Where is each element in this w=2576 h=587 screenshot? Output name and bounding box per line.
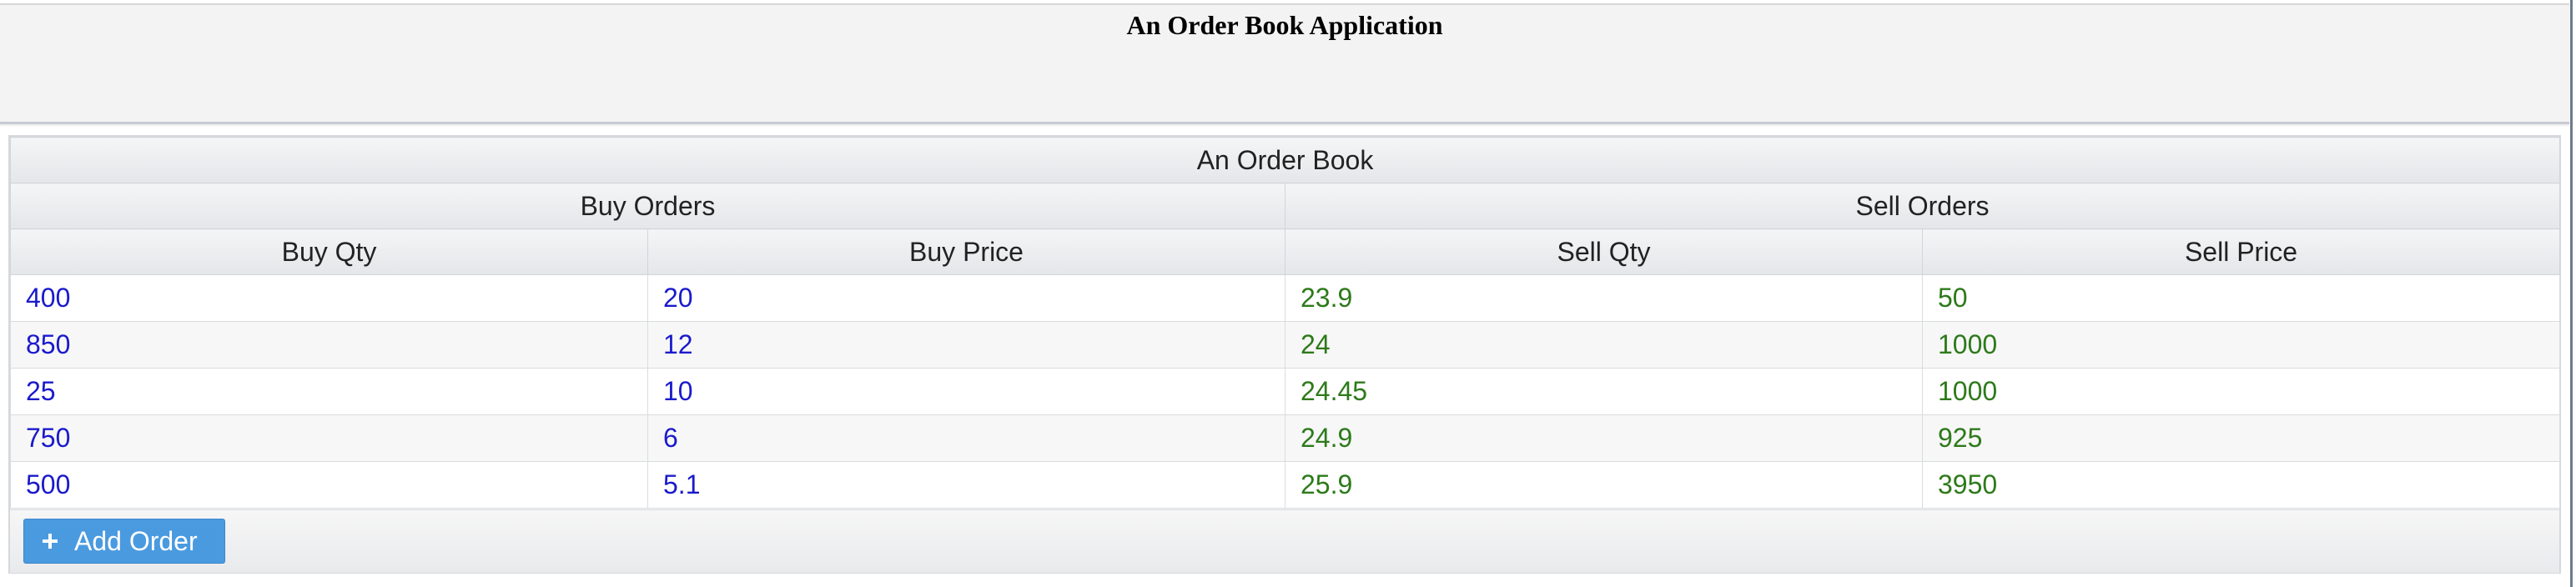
column-header-buy-qty[interactable]: Buy Qty — [10, 228, 648, 275]
table-row[interactable]: 750 6 24.9 925 — [10, 414, 2561, 462]
grid-toolbar: Add Order — [10, 509, 2559, 573]
sell-qty-cell[interactable]: 24.9 — [1285, 414, 1923, 462]
table-row[interactable]: 500 5.1 25.9 3950 — [10, 461, 2561, 509]
buy-qty-cell[interactable]: 750 — [10, 414, 648, 462]
add-order-label: Add Order — [74, 525, 198, 556]
sell-qty-cell[interactable]: 23.9 — [1285, 274, 1923, 322]
buy-price-cell[interactable]: 10 — [647, 368, 1285, 415]
buy-qty-cell[interactable]: 850 — [10, 321, 648, 369]
order-book-table: An Order Book Buy Orders Sell Orders Buy… — [9, 137, 2561, 509]
sell-qty-cell[interactable]: 24.45 — [1285, 368, 1923, 415]
table-row[interactable]: 850 12 24 1000 — [10, 321, 2561, 369]
app-title: An Order Book Application — [1126, 10, 1443, 40]
table-row[interactable]: 400 20 23.9 50 — [10, 274, 2561, 322]
buy-price-cell[interactable]: 12 — [647, 321, 1285, 369]
sell-price-cell[interactable]: 3950 — [1921, 461, 2561, 509]
grid-caption: An Order Book — [9, 137, 2561, 183]
buy-qty-cell[interactable]: 400 — [10, 274, 648, 322]
window-edge — [2570, 0, 2573, 587]
order-book-grid: An Order Book Buy Orders Sell Orders Buy… — [8, 135, 2561, 574]
table-row[interactable]: 25 10 24.45 1000 — [10, 368, 2561, 415]
sell-price-cell[interactable]: 1000 — [1921, 321, 2561, 369]
column-header-sell-price[interactable]: Sell Price — [1921, 228, 2561, 275]
sell-qty-cell[interactable]: 24 — [1285, 321, 1923, 369]
sell-price-cell[interactable]: 50 — [1921, 274, 2561, 322]
buy-qty-cell[interactable]: 500 — [10, 461, 648, 509]
column-header-sell-qty[interactable]: Sell Qty — [1285, 228, 1923, 275]
sell-price-cell[interactable]: 925 — [1921, 414, 2561, 462]
app-header: An Order Book Application — [0, 3, 2569, 124]
plus-icon — [43, 534, 58, 549]
sell-orders-group-header: Sell Orders — [1284, 183, 2561, 229]
add-order-button[interactable]: Add Order — [23, 519, 225, 564]
column-header-buy-price[interactable]: Buy Price — [647, 228, 1285, 275]
buy-price-cell[interactable]: 20 — [647, 274, 1285, 322]
buy-qty-cell[interactable]: 25 — [10, 368, 648, 415]
buy-price-cell[interactable]: 5.1 — [647, 461, 1285, 509]
buy-orders-group-header: Buy Orders — [10, 183, 1285, 229]
sell-qty-cell[interactable]: 25.9 — [1285, 461, 1923, 509]
sell-price-cell[interactable]: 1000 — [1921, 368, 2561, 415]
buy-price-cell[interactable]: 6 — [647, 414, 1285, 462]
